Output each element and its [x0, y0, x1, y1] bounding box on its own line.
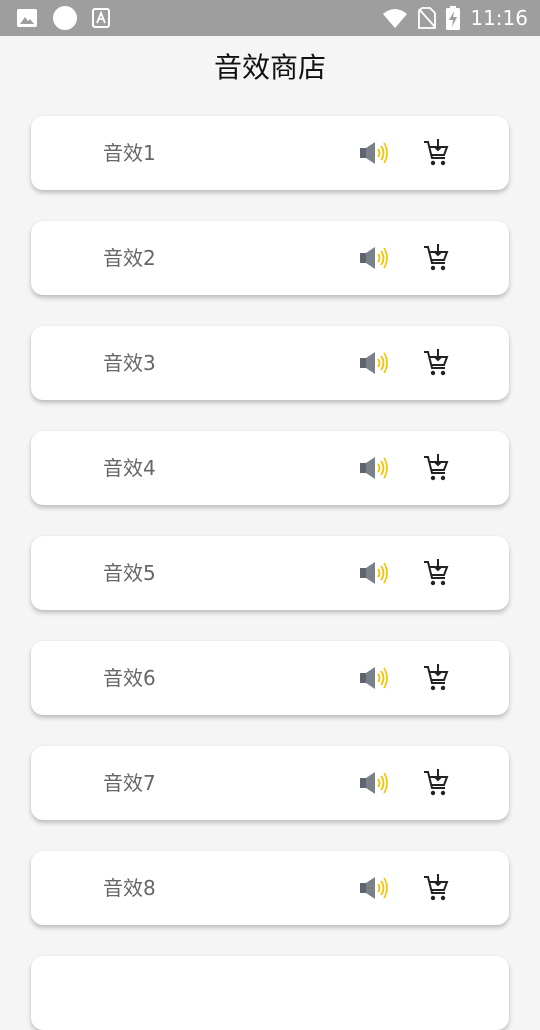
sound-item[interactable]: 音效2	[31, 221, 509, 295]
sound-item[interactable]: 音效1	[31, 116, 509, 190]
page-title: 音效商店	[213, 51, 326, 84]
speaker-icon[interactable]	[359, 350, 389, 376]
add-to-cart-icon[interactable]	[423, 664, 449, 692]
sound-item-label: 音效6	[103, 666, 156, 690]
wifi-icon	[383, 9, 408, 28]
sound-item-label: 音效7	[103, 771, 156, 795]
speaker-icon[interactable]	[359, 770, 389, 796]
sound-item[interactable]: 音效7	[31, 746, 509, 820]
sound-item-label: 音效4	[103, 456, 156, 480]
add-to-cart-icon[interactable]	[423, 139, 449, 167]
sound-item-label: 音效8	[103, 876, 156, 900]
speaker-icon[interactable]	[359, 245, 389, 271]
add-to-cart-icon[interactable]	[423, 244, 449, 272]
sound-item[interactable]: 音效6	[31, 641, 509, 715]
status-right-icons: 11:16	[382, 5, 528, 31]
sound-item-label: 音效2	[103, 246, 156, 270]
speaker-icon[interactable]	[359, 455, 389, 481]
speaker-icon[interactable]	[359, 665, 389, 691]
add-to-cart-icon[interactable]	[423, 559, 449, 587]
sound-item-label: 音效5	[103, 561, 156, 585]
add-to-cart-icon[interactable]	[423, 454, 449, 482]
sound-item-partial[interactable]	[31, 956, 509, 1030]
sound-item[interactable]: 音效8	[31, 851, 509, 925]
circle-icon	[53, 6, 77, 30]
add-to-cart-icon[interactable]	[423, 874, 449, 902]
image-icon	[17, 9, 37, 27]
status-left-icons	[16, 5, 110, 31]
speaker-icon[interactable]	[359, 875, 389, 901]
add-to-cart-icon[interactable]	[423, 769, 449, 797]
speaker-icon[interactable]	[359, 560, 389, 586]
status-bar: 11:16	[0, 0, 540, 36]
add-to-cart-icon[interactable]	[423, 349, 449, 377]
status-time: 11:16	[470, 6, 528, 30]
sound-item-label: 音效1	[103, 141, 156, 165]
sound-item[interactable]: 音效3	[31, 326, 509, 400]
sound-item[interactable]: 音效4	[31, 431, 509, 505]
no-sim-icon	[418, 7, 437, 29]
font-icon	[92, 8, 110, 28]
battery-charging-icon	[446, 6, 461, 30]
sound-item-label: 音效3	[103, 351, 156, 375]
sound-item[interactable]: 音效5	[31, 536, 509, 610]
speaker-icon[interactable]	[359, 140, 389, 166]
